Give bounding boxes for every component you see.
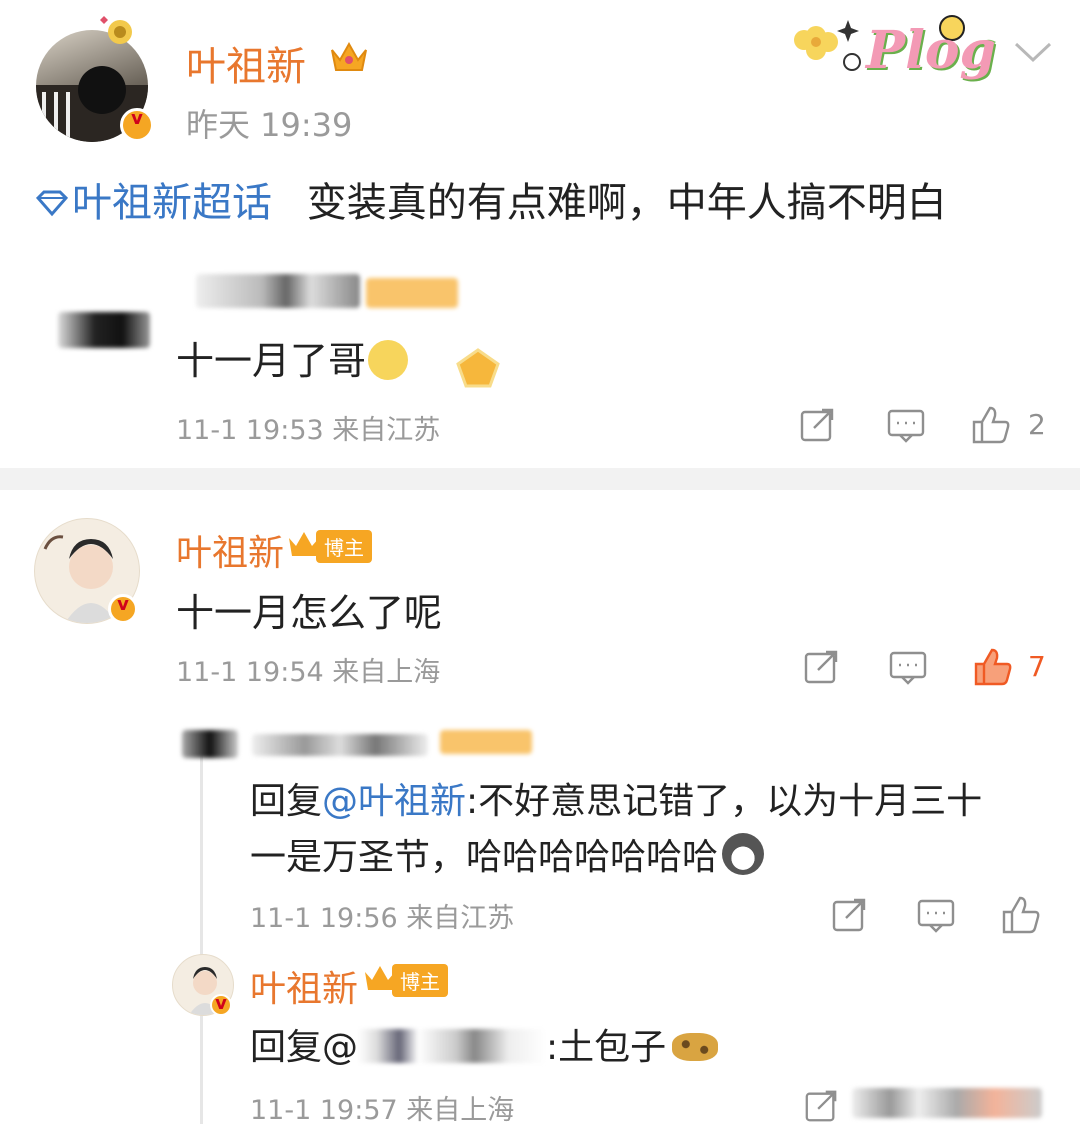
chevron-down-icon[interactable] [1012,40,1054,70]
comment1-like-count: 2 [1028,408,1046,441]
thread-line [200,752,203,1124]
comment2-like-count: 7 [1028,650,1046,683]
verified-badge-icon [120,108,154,142]
commenter-badge-blurred [366,278,458,308]
reply2-actions-blurred [852,1088,1042,1118]
share-icon[interactable] [802,648,840,686]
leopard-emoji-icon [672,1033,719,1061]
reply-prefix: 回复 [250,781,323,822]
comment-icon[interactable] [916,898,956,934]
reply1-text: 回复@叶祖新:不好意思记错了，以为十月三十 一是万圣节，哈哈哈哈哈哈哈 [250,774,1040,886]
reply1-text-line2: 一是万圣节，哈哈哈哈哈哈哈 [250,837,719,878]
comment1-meta: 11-1 19:53 来自江苏 [176,415,441,446]
like-active-icon[interactable] [972,646,1014,688]
post-time: 昨天 19:39 [186,106,353,144]
avatar-pendant-icon [96,12,136,46]
like-icon[interactable] [1000,894,1042,936]
section-divider [0,468,1080,490]
commenter-name-blurred[interactable] [196,274,360,308]
reply2-text-content: :土包子 [546,1027,667,1068]
topic-diamond-icon [35,190,69,217]
comment2-meta: 11-1 19:54 来自上海 [176,657,441,688]
post-body: 叶祖新超话 变装真的有点难啊，中年人搞不明白 [32,170,947,228]
share-icon[interactable] [798,406,836,444]
husky-emoji-icon [722,833,765,875]
reply2-prefix: 回复@ [250,1027,359,1068]
topic-name[interactable]: 叶祖新超话 [72,180,272,226]
comment1-ornament-icon [446,344,510,396]
comment-icon[interactable] [888,650,928,686]
reply1-line1: 回复@叶祖新:不好意思记错了，以为十月三十 [250,774,1040,830]
mention-link[interactable]: @叶祖新 [322,781,466,822]
blogger-name[interactable]: 叶祖新 [176,524,284,576]
emoji-icon [368,340,409,380]
reply1-text-line1: :不好意思记错了，以为十月三十 [466,781,983,822]
comment1-text-content: 十一月了哥 [176,339,367,383]
like-icon[interactable] [970,404,1012,446]
share-icon[interactable] [830,896,868,934]
reply1-meta: 11-1 19:56 来自江苏 [250,903,515,934]
comment2-text: 十一月怎么了呢 [176,591,443,635]
post-text: 变装真的有点难啊，中年人搞不明白 [306,180,947,226]
reply2-badge-label: 博主 [392,964,448,997]
reply1-name-blurred[interactable] [252,734,428,756]
commenter-avatar-blurred[interactable] [58,312,150,348]
plog-sticker: Plog [786,6,1000,96]
blogger-verified-icon [108,594,138,624]
author-name[interactable]: 叶祖新 [186,34,306,92]
share-icon[interactable] [802,1088,840,1124]
blogger-badge-label: 博主 [316,530,372,563]
crown-icon [328,38,370,80]
reply2-author[interactable]: 叶祖新 [250,960,358,1012]
reply1-avatar-blurred[interactable] [182,730,238,758]
reply1-line2: 一是万圣节，哈哈哈哈哈哈哈 [250,830,1040,886]
reply2-text: 回复@ :土包子 [250,1018,719,1070]
reply2-mention-blurred[interactable] [358,1029,547,1063]
topic-link[interactable]: 叶祖新超话 [32,180,285,226]
reply1-badge-blurred [440,730,532,754]
plog-text: Plog [866,20,996,81]
comment-icon[interactable] [886,408,926,444]
reply2-meta: 11-1 19:57 来自上海 [250,1095,515,1126]
reply2-verified-icon [210,993,232,1016]
comment1-text: 十一月了哥 [176,330,409,385]
